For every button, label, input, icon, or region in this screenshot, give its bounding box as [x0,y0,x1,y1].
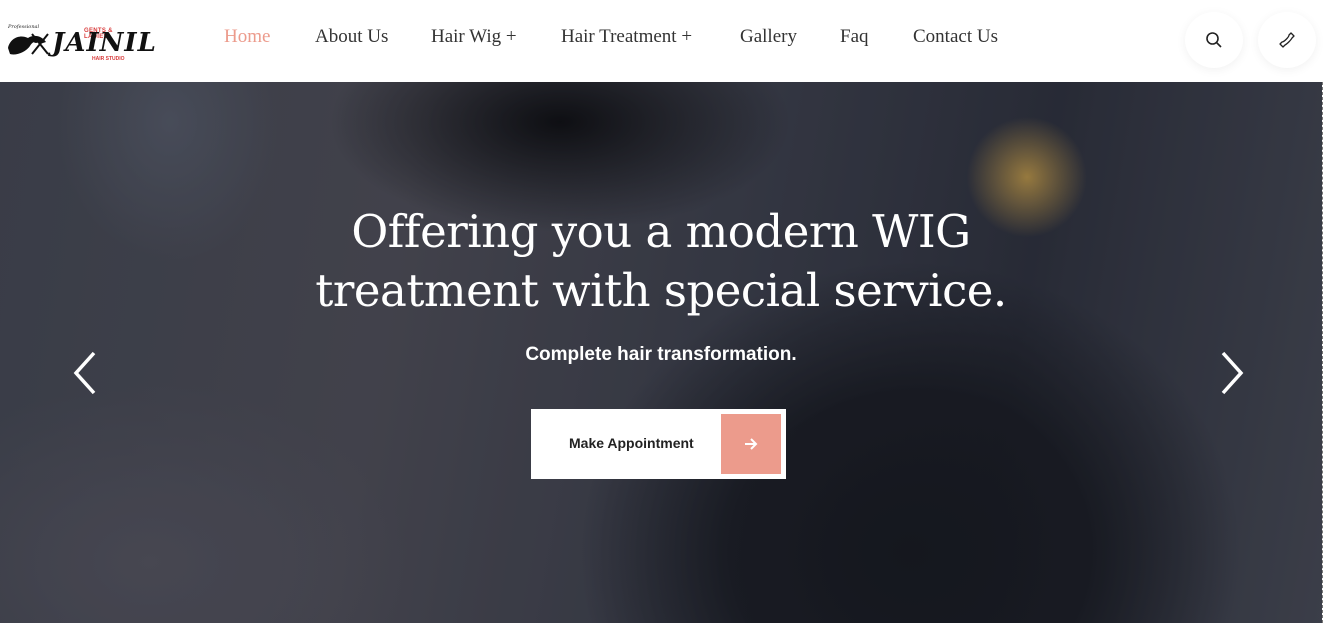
edge-divider [1322,82,1323,623]
chevron-right-icon [1221,351,1244,395]
nav-item-faq[interactable]: Faq [840,26,869,48]
barber-logo-icon [8,33,49,55]
phone-button[interactable] [1258,12,1316,68]
brand-top-text: Professional [8,24,40,30]
hero-title-line-2: treatment with special service. [315,264,1007,317]
hero-title-line-1: Offering you a modern WIG [351,205,971,258]
nav-item-gallery[interactable]: Gallery [740,26,797,48]
nav-item-hair-wig[interactable]: Hair Wig + [431,26,517,48]
nav-item-hair-treatment[interactable]: Hair Treatment + [561,26,692,48]
phone-icon [1279,32,1295,48]
nav-item-about-us[interactable]: About Us [315,26,388,48]
nav-item-home[interactable]: Home [224,26,270,48]
logo[interactable]: Professional GENTS & LADIES JAINIL HAIR … [6,18,156,66]
hero-title: Offering you a modern WIG treatment with… [0,202,1322,320]
arrow-right-icon [721,414,781,474]
hero-slider: Offering you a modern WIG treatment with… [0,82,1322,623]
make-appointment-label: Make Appointment [569,435,694,451]
slider-next-button[interactable] [1212,349,1252,397]
site-header: Professional GENTS & LADIES JAINIL HAIR … [0,0,1334,82]
page-edge [1323,82,1334,623]
chevron-left-icon [73,351,96,395]
brand-subtitle: HAIR STUDIO [92,56,125,62]
brand-name: JAINIL [52,28,157,58]
nav-item-contact-us[interactable]: Contact Us [913,26,998,48]
search-icon [1206,32,1222,48]
slider-prev-button[interactable] [65,349,105,397]
hero-subtitle: Complete hair transformation. [525,344,797,365]
make-appointment-button[interactable]: Make Appointment [531,409,786,479]
search-button[interactable] [1185,12,1243,68]
